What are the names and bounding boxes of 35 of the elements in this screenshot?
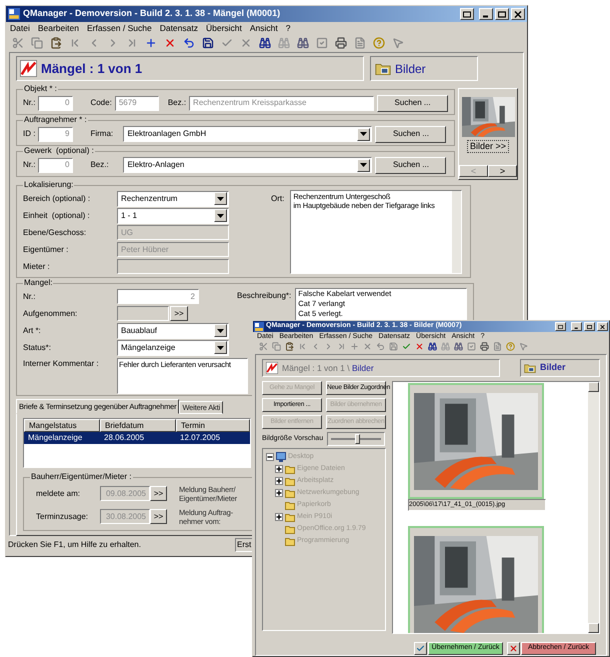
table-cell-text: 28.06.2005 xyxy=(103,432,146,444)
field-label: Aufgenommen: xyxy=(23,308,78,320)
field-label: Beschreibung*: xyxy=(237,290,292,302)
breadcrumb: Mängel : 1 von 1 \ Bilder xyxy=(282,362,374,374)
group-label: Mangel: xyxy=(23,278,54,288)
field-label: Mieter : xyxy=(23,260,51,272)
field-label: Bereich (optional) : xyxy=(23,192,92,204)
group-label: Auftragnehmer * : xyxy=(23,115,88,125)
record-title: Mängel : 1 von 1 xyxy=(41,60,142,78)
field-label: Terminzusage: xyxy=(36,510,90,522)
field-label: Ort: xyxy=(271,193,284,205)
table-cell-text: 12.07.2005 xyxy=(179,432,222,444)
field-label: ID : xyxy=(23,128,36,140)
status-text: Drücken Sie F1, um Hilfe zu erhalten. xyxy=(8,538,142,550)
field-label: Ebene/Geschoss: xyxy=(23,226,88,238)
group-label: Gewerk (optional) : xyxy=(23,146,95,156)
field-label: Eigentümer : xyxy=(23,244,70,256)
status-text: Erst xyxy=(237,538,252,550)
field-label: Einheit (optional) : xyxy=(23,210,91,222)
field-label: meldete am: xyxy=(36,488,82,500)
field-label: Nr.: xyxy=(23,159,36,171)
field-label: Bez.: xyxy=(90,159,110,171)
window-title: QManager - Demoversion - Build 2. 3. 1. 38 - Mängel (M0001) xyxy=(23,7,280,20)
table-cell-text: Mängelanzeige xyxy=(27,432,84,444)
field-label: Code: xyxy=(90,97,112,109)
field-label: Bez.: xyxy=(168,97,186,109)
field-label: Firma: xyxy=(90,128,114,140)
group-label: Objekt * : xyxy=(23,84,58,94)
group-label: Lokalisierung: xyxy=(23,180,74,190)
field-label: Nr.: xyxy=(23,290,36,302)
field-label: Art *: xyxy=(23,324,42,336)
field-label: Interner Kommentar : xyxy=(23,358,100,370)
group-label: Bauherr/Eigentümer/Mieter : xyxy=(30,472,132,482)
field-label: Nr.: xyxy=(23,97,36,109)
field-label: Status*: xyxy=(23,342,52,354)
